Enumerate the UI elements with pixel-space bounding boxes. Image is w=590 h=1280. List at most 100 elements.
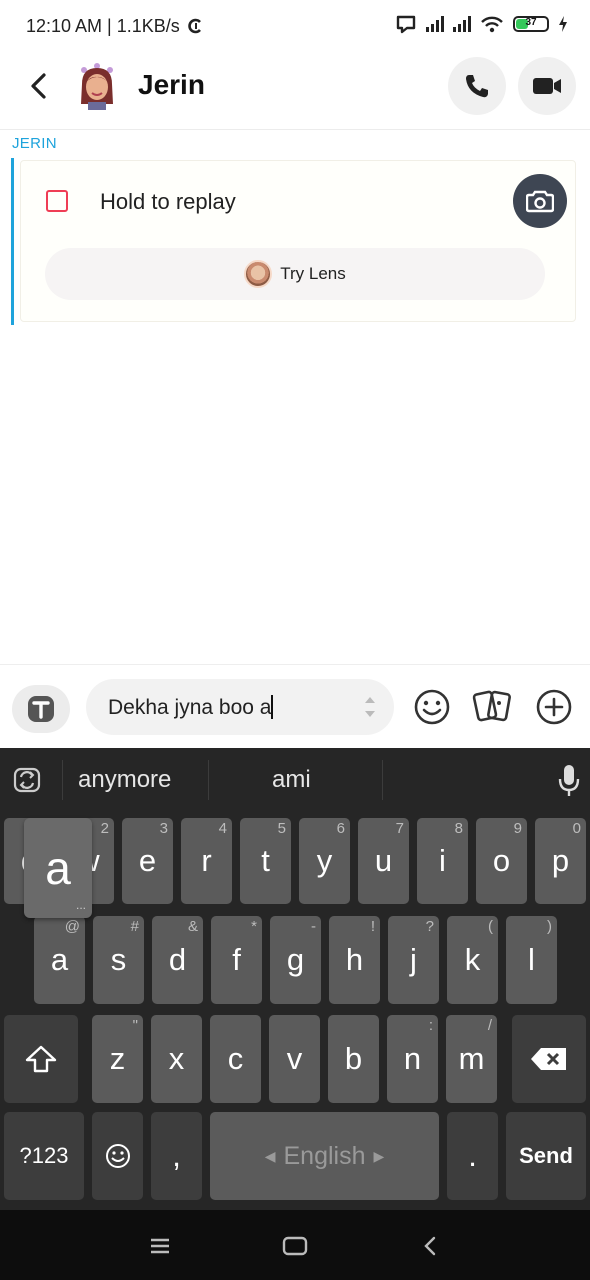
key-label: k	[464, 942, 481, 977]
key-v[interactable]: v	[269, 1015, 320, 1103]
comma-key[interactable]: ,	[151, 1112, 202, 1200]
space-key[interactable]: ◀ English ▶	[210, 1112, 439, 1200]
back-nav-icon[interactable]	[417, 1234, 445, 1258]
text-format-icon	[28, 696, 54, 722]
keyboard-settings-icon[interactable]	[12, 766, 42, 794]
expand-arrows-icon[interactable]	[363, 694, 377, 720]
key-alt-label: &	[187, 918, 198, 935]
key-label: z	[109, 1041, 126, 1076]
wifi-icon	[481, 16, 503, 33]
key-i[interactable]: i8	[417, 818, 468, 904]
key-label: l	[528, 942, 535, 977]
shift-key[interactable]	[4, 1015, 78, 1103]
key-b[interactable]: b	[328, 1015, 379, 1103]
camera-reply-button[interactable]	[513, 174, 567, 228]
chat-header: Jerin	[0, 54, 590, 130]
key-o[interactable]: o9	[476, 818, 527, 904]
key-m[interactable]: m /	[446, 1015, 497, 1103]
snap-icon	[46, 190, 68, 212]
symbols-key[interactable]: ?123	[4, 1112, 84, 1200]
key-label: e	[138, 843, 157, 878]
status-icons: 37	[395, 14, 568, 34]
home-icon[interactable]	[281, 1234, 309, 1258]
hold-to-replay-label: Hold to replay	[100, 189, 236, 214]
bitmoji-avatar-icon	[81, 63, 113, 110]
snap-message-card[interactable]: Hold to replay Try Lens	[20, 160, 576, 322]
key-s[interactable]: s #	[93, 916, 144, 1004]
key-label: r	[201, 843, 212, 878]
suggestion-2[interactable]: ami	[272, 766, 311, 794]
key-f[interactable]: f *	[211, 916, 262, 1004]
camera-icon	[526, 190, 554, 213]
phone-icon	[466, 75, 488, 98]
add-attachment-button[interactable]	[534, 687, 574, 727]
key-alt-label: (	[488, 918, 493, 935]
key-label: i	[439, 843, 446, 878]
key-x[interactable]: x	[151, 1015, 202, 1103]
data-saver-icon	[188, 18, 201, 34]
key-label: p	[551, 843, 570, 878]
suggestion-divider	[208, 760, 209, 800]
plus-circle-icon	[536, 689, 572, 725]
emoji-key[interactable]	[92, 1112, 143, 1200]
key-alt-label: 7	[395, 820, 404, 837]
chevron-left-icon	[31, 73, 46, 99]
avatar[interactable]	[76, 62, 118, 110]
backspace-key[interactable]	[512, 1015, 586, 1103]
emoji-button[interactable]	[412, 687, 452, 727]
text-caret	[271, 695, 274, 719]
space-right-arrow-icon: ▶	[373, 1147, 385, 1164]
key-label: m	[458, 1041, 485, 1076]
key-g[interactable]: g-	[270, 916, 321, 1004]
cards-icon	[472, 690, 511, 722]
key-alt-label: *	[251, 918, 257, 935]
space-label: English	[283, 1141, 366, 1170]
key-label: f	[232, 942, 241, 977]
keyboard-emoji-icon	[105, 1144, 130, 1168]
key-t[interactable]: t5	[240, 818, 291, 904]
key-label: b	[344, 1041, 363, 1076]
send-key[interactable]: Send	[506, 1112, 586, 1200]
try-lens-label: Try Lens	[280, 264, 346, 283]
system-nav-bar	[0, 1210, 590, 1280]
key-alt-label: 8	[454, 820, 463, 837]
suggestion-strip: anymore ami	[0, 748, 590, 812]
suggestion-divider	[62, 760, 63, 800]
suggestion-1[interactable]: anymore	[78, 766, 171, 794]
key-y[interactable]: y6	[299, 818, 350, 904]
back-button[interactable]	[22, 68, 58, 104]
key-alt-label: )	[547, 918, 552, 935]
sender-accent-bar	[11, 158, 14, 325]
message-input[interactable]: Dekha jyna boo a	[86, 679, 394, 735]
key-label: d	[168, 942, 187, 977]
period-key[interactable]: .	[447, 1112, 498, 1200]
key-l[interactable]: l)	[506, 916, 557, 1004]
key-alt-label: "	[132, 1017, 138, 1034]
voice-call-button[interactable]	[448, 57, 506, 115]
charging-icon	[559, 16, 567, 32]
key-z[interactable]: z "	[92, 1015, 143, 1103]
text-tool-button[interactable]	[12, 685, 70, 733]
key-a[interactable]: a @	[34, 916, 85, 1004]
key-j[interactable]: j?	[388, 916, 439, 1004]
key-c[interactable]: c	[210, 1015, 261, 1103]
key-r[interactable]: r4	[181, 818, 232, 904]
key-e[interactable]: e3	[122, 818, 173, 904]
stickers-button[interactable]	[472, 687, 514, 727]
page-title[interactable]: Jerin	[138, 69, 205, 101]
try-lens-button[interactable]: Try Lens	[45, 248, 545, 300]
microphone-icon[interactable]	[557, 764, 581, 798]
chat-bubble-icon	[396, 15, 416, 34]
key-d[interactable]: d &	[152, 916, 203, 1004]
video-call-button[interactable]	[518, 57, 576, 115]
key-p[interactable]: p0	[535, 818, 586, 904]
key-label: g	[286, 942, 305, 977]
key-preview-popup: a ...	[24, 818, 92, 918]
key-n[interactable]: n:	[387, 1015, 438, 1103]
key-u[interactable]: u7	[358, 818, 409, 904]
key-k[interactable]: k(	[447, 916, 498, 1004]
key-label: j	[410, 942, 417, 977]
key-h[interactable]: h!	[329, 916, 380, 1004]
menu-icon[interactable]	[146, 1234, 174, 1258]
key-label: .	[468, 1138, 477, 1173]
